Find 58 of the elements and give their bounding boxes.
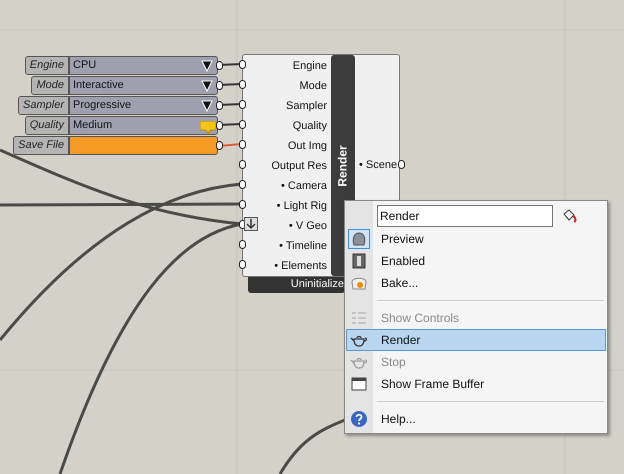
status-bar: Uninitialize	[248, 276, 345, 293]
grip-icon[interactable]	[239, 240, 246, 249]
tag-icon	[200, 121, 216, 135]
input-label: • Timeline	[279, 239, 327, 254]
grip-icon[interactable]	[239, 80, 246, 89]
dropdown-arrow-icon[interactable]	[201, 60, 213, 72]
arrow-down-icon	[244, 217, 258, 231]
input-label: Output Res	[271, 159, 327, 174]
list-icon	[350, 309, 368, 327]
component-title: Render	[335, 144, 351, 186]
menu-item[interactable]: Bake...	[346, 272, 606, 294]
grip-icon[interactable]	[239, 200, 246, 209]
input-label: Out Img	[288, 139, 327, 154]
paint-bucket-icon[interactable]	[561, 208, 577, 224]
name-field[interactable]: Render	[377, 205, 553, 227]
grip-icon[interactable]	[239, 100, 246, 109]
input-label: Sampler	[286, 99, 327, 114]
value-field[interactable]: Medium	[69, 116, 218, 135]
help-icon	[350, 410, 368, 428]
param-label: Engine	[24, 56, 69, 75]
menu-item[interactable]: Show Frame Buffer	[346, 373, 606, 395]
file-field[interactable]	[69, 136, 218, 155]
grip-icon[interactable]	[216, 121, 223, 130]
param-label: Mode	[31, 76, 69, 95]
grip-icon[interactable]	[239, 60, 246, 69]
input-label: • Camera	[280, 179, 327, 194]
menu-item[interactable]: Enabled	[346, 250, 606, 272]
grip-icon[interactable]	[216, 81, 223, 90]
value-field[interactable]: Progressive	[69, 96, 218, 115]
grip-icon[interactable]	[239, 120, 246, 129]
dropdown-arrow-icon[interactable]	[201, 80, 213, 92]
output-label: • Scene	[359, 158, 398, 174]
grip-icon[interactable]	[216, 101, 223, 110]
param-label: Sampler	[18, 96, 69, 115]
wire	[278, 418, 346, 474]
menu-item[interactable]: Render	[346, 329, 606, 351]
input-label: Quality	[292, 119, 327, 134]
value-field[interactable]: CPU	[69, 56, 218, 75]
input-label: Engine	[292, 59, 327, 74]
grip-icon[interactable]	[398, 160, 405, 169]
grip-icon[interactable]	[239, 260, 246, 269]
grip-icon[interactable]	[216, 141, 223, 150]
menu-item[interactable]: Help...	[346, 408, 606, 430]
window-icon	[350, 375, 368, 393]
grip-icon[interactable]	[239, 140, 246, 149]
grip-icon[interactable]	[239, 180, 246, 189]
input-label: • V Geo	[288, 219, 327, 234]
grip-icon[interactable]	[216, 61, 223, 70]
grip-icon[interactable]	[239, 160, 246, 169]
value-field[interactable]: Interactive	[69, 76, 218, 95]
dropdown-arrow-icon[interactable]	[201, 100, 213, 112]
input-label: • Light Rig	[276, 199, 327, 214]
menu-item[interactable]: Preview	[346, 228, 606, 250]
param-label: Quality	[24, 116, 69, 135]
param-label: Save File	[13, 136, 69, 155]
input-label: • Elements	[274, 259, 327, 274]
input-label: Mode	[299, 79, 327, 94]
toggle-icon	[350, 252, 368, 270]
